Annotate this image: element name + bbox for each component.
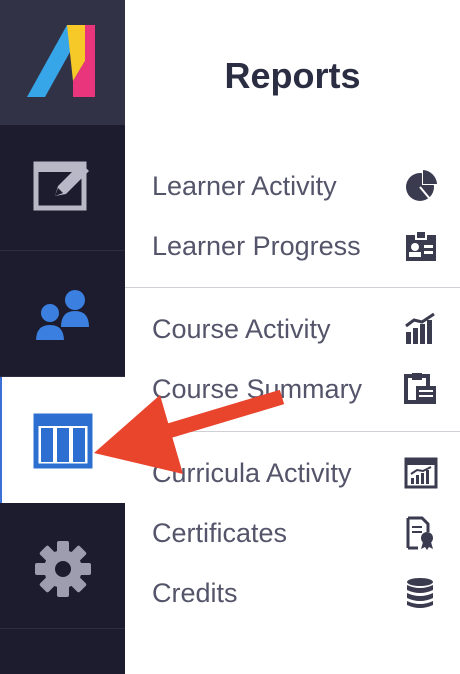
menu-item-label: Certificates	[152, 518, 288, 548]
logo-icon	[27, 25, 95, 97]
app-logo[interactable]	[0, 0, 125, 125]
rail-item-reports[interactable]	[0, 377, 125, 503]
menu-item-curricula-activity[interactable]: Curricula Activity	[152, 451, 447, 495]
group-divider	[125, 431, 460, 432]
columns-report-icon	[33, 413, 93, 469]
page-title: Reports	[224, 55, 361, 96]
menu-item-learner-progress[interactable]: Learner Progress	[152, 224, 447, 268]
menu-item-course-summary[interactable]: Course Summary	[152, 367, 447, 411]
chart-window-icon	[404, 457, 438, 489]
id-card-icon	[406, 230, 436, 261]
rail-item-users[interactable]	[0, 251, 125, 377]
users-icon	[33, 290, 89, 342]
side-navigation-rail	[0, 0, 125, 674]
menu-item-label: Course Summary	[152, 374, 363, 404]
pie-chart-icon	[406, 170, 437, 201]
menu-item-label: Learner Progress	[152, 231, 361, 261]
menu-item-learner-activity[interactable]: Learner Activity	[152, 164, 447, 208]
rail-item-settings[interactable]	[0, 503, 125, 629]
menu-item-course-activity[interactable]: Course Activity	[152, 307, 447, 351]
bar-chart-icon	[405, 312, 435, 344]
certificate-icon	[406, 516, 433, 550]
rail-item-edit[interactable]	[0, 125, 125, 251]
menu-item-credits[interactable]: Credits	[152, 571, 447, 615]
menu-item-label: Course Activity	[152, 314, 331, 344]
menu-item-label: Curricula Activity	[152, 458, 352, 488]
clipboard-icon	[404, 373, 436, 404]
menu-item-label: Credits	[152, 578, 238, 608]
menu-item-label: Learner Activity	[152, 171, 337, 201]
edit-window-icon	[33, 161, 89, 211]
menu-item-certificates[interactable]: Certificates	[152, 511, 447, 555]
coins-icon	[407, 578, 433, 608]
group-divider	[125, 287, 460, 288]
gear-icon	[35, 541, 91, 597]
